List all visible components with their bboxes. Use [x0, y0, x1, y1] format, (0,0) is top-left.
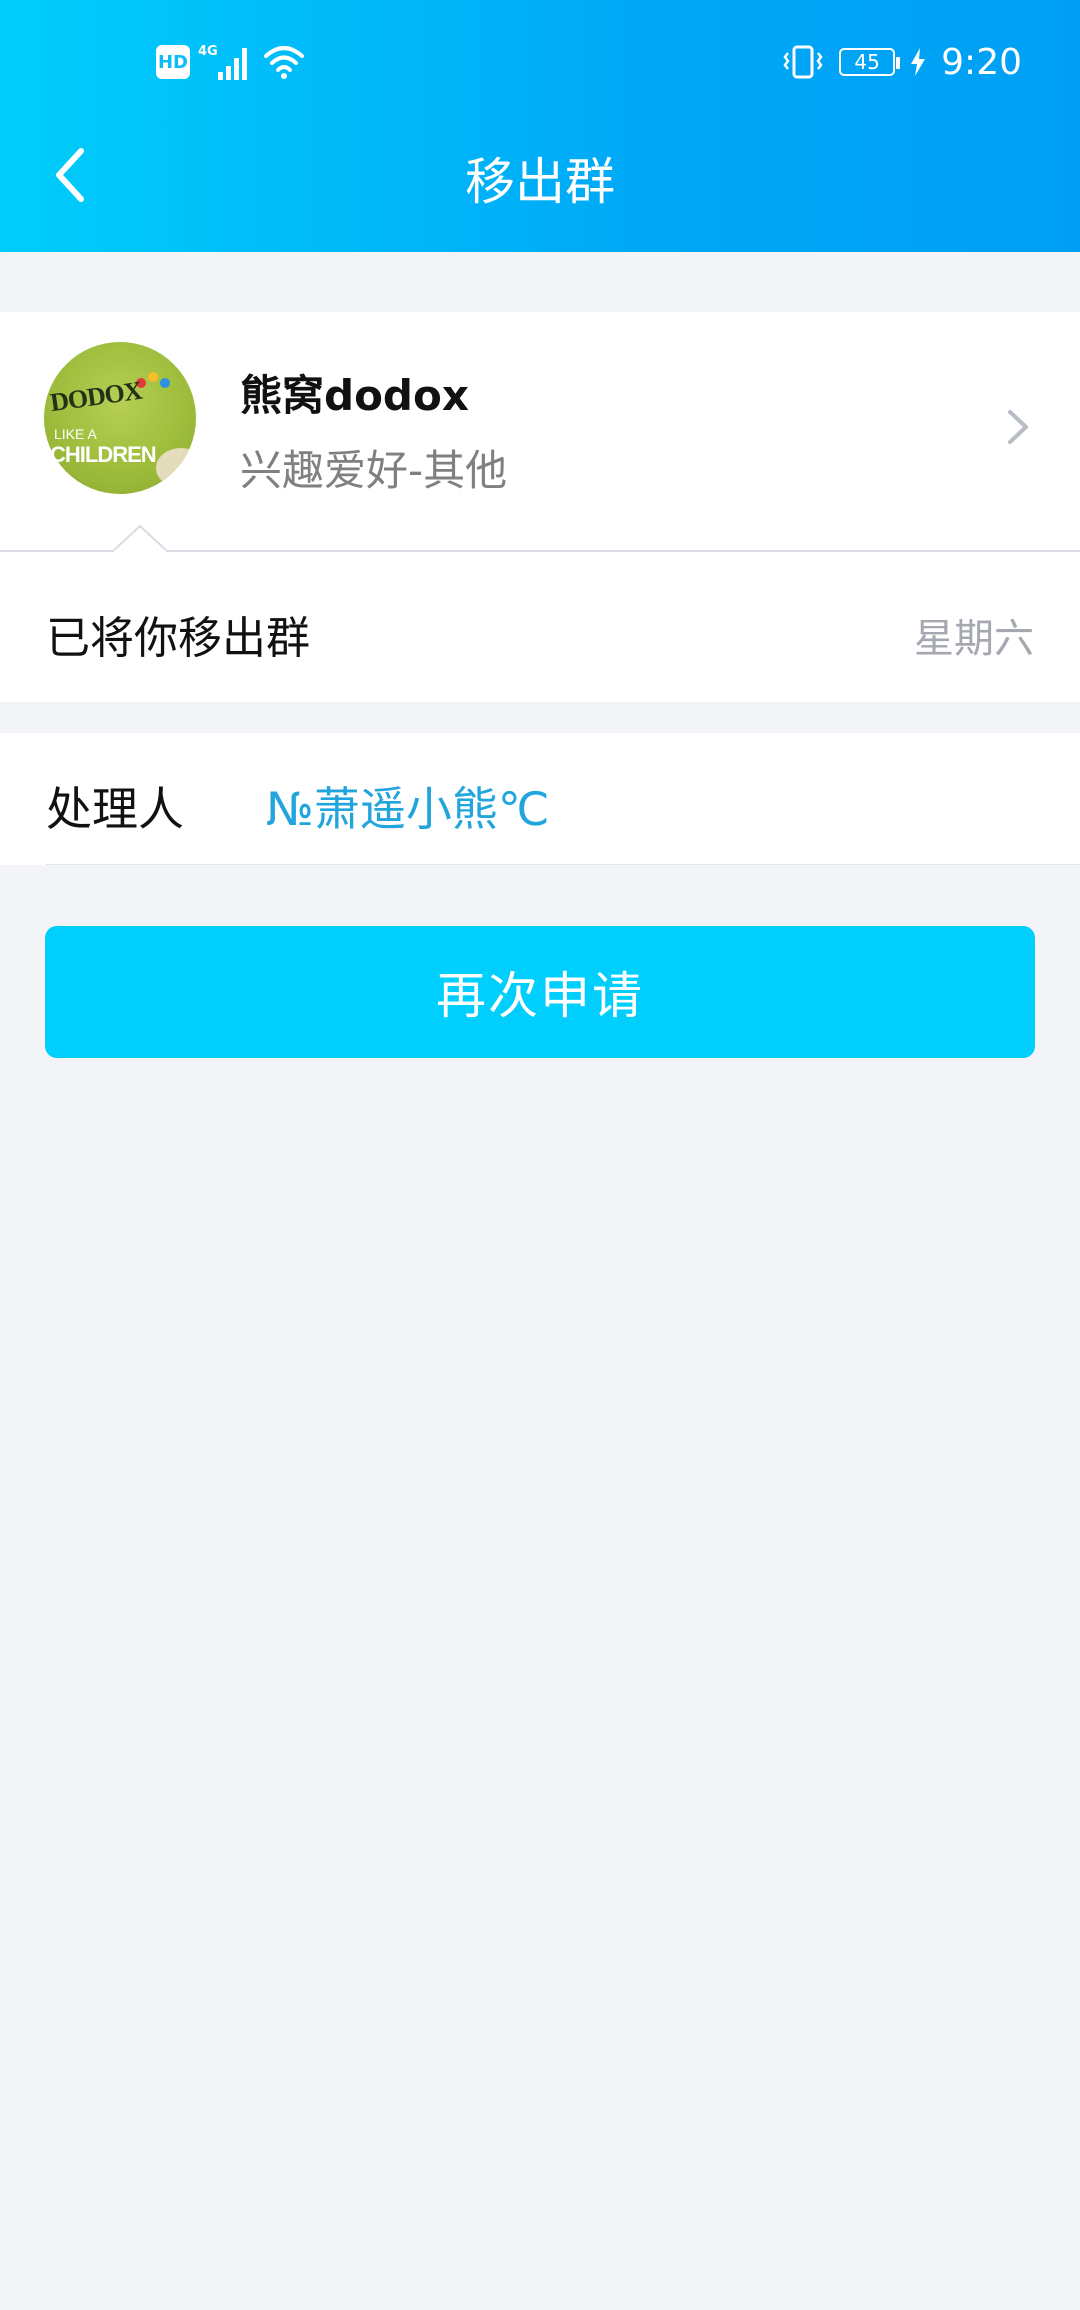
pointer-triangle	[112, 524, 168, 552]
group-card[interactable]: DODOX LIKE A CHILDREN 熊窝dodox 兴趣爱好-其他	[0, 312, 1080, 550]
status-bar-left: HD 4G	[156, 40, 306, 84]
divider	[46, 864, 1080, 865]
group-avatar[interactable]: DODOX LIKE A CHILDREN	[44, 342, 196, 494]
app-header: HD 4G 45 9:20 移出群	[0, 0, 1080, 252]
wifi-icon	[264, 46, 304, 79]
reapply-button[interactable]: 再次申请	[45, 926, 1035, 1058]
group-name: 熊窝dodox	[240, 371, 469, 420]
hd-icon: HD	[156, 45, 190, 79]
status-time: 9:20	[941, 41, 1022, 83]
notice-section: 已将你移出群 星期六	[0, 524, 1080, 702]
avatar-text: LIKE A	[54, 426, 97, 442]
status-bar: HD 4G 45 9:20	[0, 0, 1080, 120]
battery-icon: 45	[839, 48, 901, 76]
charging-icon	[911, 48, 926, 76]
avatar-text: DODOX	[48, 375, 144, 418]
handler-name-link[interactable]: №萧遥小熊℃	[266, 773, 550, 839]
chevron-right-icon	[1008, 410, 1028, 444]
status-bar-right: 45 9:20	[781, 36, 1022, 88]
vibrate-icon	[783, 45, 823, 79]
svg-text:4G: 4G	[198, 44, 218, 59]
notice-text: 已将你移出群	[46, 613, 310, 664]
signal-4g-icon: 4G	[198, 44, 247, 80]
handler-label: 处理人	[46, 782, 184, 836]
avatar-decoration	[136, 372, 176, 392]
notice-time: 星期六	[914, 616, 1034, 662]
handler-section: 处理人 №萧遥小熊℃	[0, 733, 1080, 865]
page-title: 移出群	[465, 153, 615, 211]
group-category: 兴趣爱好-其他	[240, 446, 508, 495]
avatar-decoration	[156, 448, 196, 488]
avatar-text: CHILDREN	[50, 442, 157, 467]
